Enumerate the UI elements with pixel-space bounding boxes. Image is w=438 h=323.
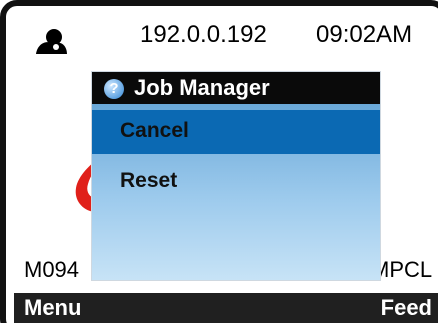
feed-softkey[interactable]: Feed [381, 295, 432, 321]
device-display-frame: 192.0.0.192 09:02AM M094 MPCL Menu Feed … [0, 0, 438, 323]
help-icon: ? [104, 79, 124, 99]
dialog-menu: Cancel Reset [92, 104, 380, 280]
dialog-title-bar: ? Job Manager [92, 72, 380, 104]
menu-item-label: Cancel [120, 119, 189, 142]
job-manager-dialog: ? Job Manager Cancel Reset [92, 72, 380, 280]
clock-time: 09:02AM [316, 21, 413, 48]
model-label-right: MPCL [371, 257, 433, 282]
dialog-title: Job Manager [134, 75, 270, 100]
menu-item-label: Reset [120, 169, 178, 192]
model-label-left: M094 [24, 257, 80, 282]
printer-screen: 192.0.0.192 09:02AM M094 MPCL Menu Feed … [14, 14, 438, 323]
ip-address: 192.0.0.192 [140, 21, 267, 48]
menu-softkey[interactable]: Menu [24, 295, 81, 321]
menu-item-cancel[interactable]: Cancel [92, 110, 380, 154]
status-bar: 192.0.0.192 09:02AM [14, 14, 438, 66]
softkey-bar: Menu Feed [14, 293, 438, 323]
user-icon [36, 29, 67, 54]
menu-item-reset[interactable]: Reset [92, 160, 380, 204]
